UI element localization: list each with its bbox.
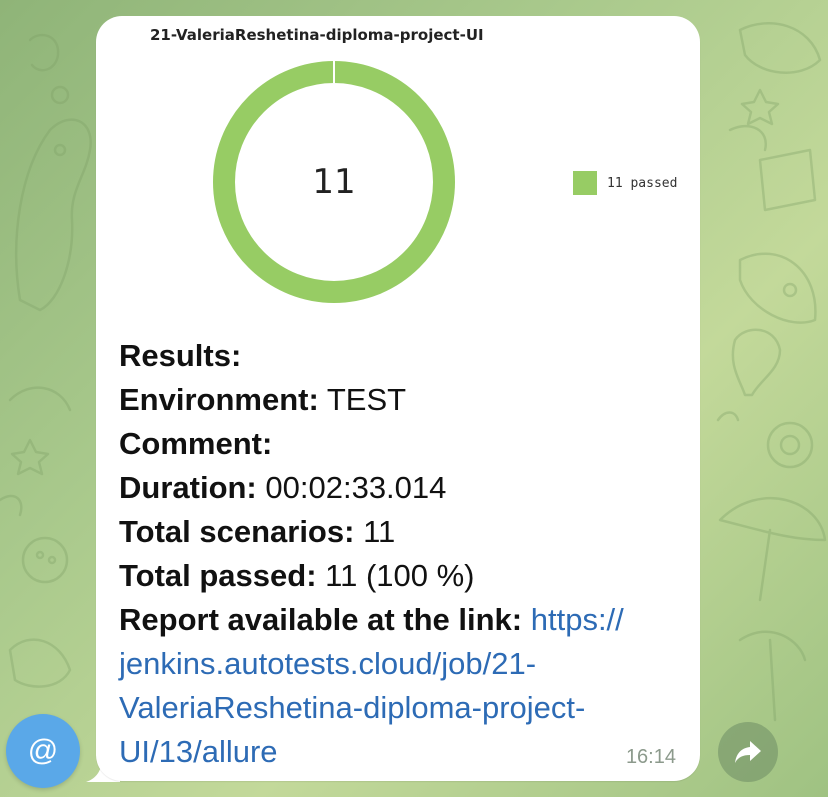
results-line: Results: — [119, 334, 679, 378]
message-bubble[interactable]: 21-ValeriaReshetina-diploma-project-UI 1… — [96, 16, 700, 781]
total-passed-value: 11 (100 %) — [325, 558, 475, 593]
report-link-line-3: ValeriaReshetina-diploma-project- — [119, 686, 679, 730]
duration-label: Duration: — [119, 470, 257, 505]
at-icon: @ — [27, 734, 59, 767]
duration-value: 00:02:33.014 — [265, 470, 447, 505]
total-scenarios-value: 11 — [363, 514, 396, 549]
environment-line: Environment: TEST — [119, 378, 679, 422]
report-link-part-3[interactable]: ValeriaReshetina-diploma-project- — [119, 690, 585, 725]
mention-button[interactable]: @ — [6, 714, 80, 788]
total-scenarios-line: Total scenarios: 11 — [119, 510, 679, 554]
report-link-part-1[interactable]: https:// — [531, 602, 624, 637]
total-passed-line: Total passed: 11 (100 %) — [119, 554, 679, 598]
total-passed-label: Total passed: — [119, 558, 317, 593]
chart-title: 21-ValeriaReshetina-diploma-project-UI — [150, 26, 484, 44]
report-label: Report available at the link: — [119, 602, 523, 637]
donut-center-label: 11 — [312, 162, 356, 202]
forward-button[interactable] — [718, 722, 778, 782]
legend-swatch-passed — [573, 171, 597, 195]
comment-label: Comment: — [119, 426, 273, 461]
results-label: Results: — [119, 338, 242, 373]
report-link-line-4: UI/13/allure — [119, 730, 679, 774]
chart-legend: 11 passed — [573, 171, 677, 195]
legend-label-passed: 11 passed — [607, 175, 678, 191]
total-scenarios-label: Total scenarios: — [119, 514, 355, 549]
duration-line: Duration: 00:02:33.014 — [119, 466, 679, 510]
comment-line: Comment: — [119, 422, 679, 466]
report-link-line-2: jenkins.autotests.cloud/job/21- — [119, 642, 679, 686]
environment-value: TEST — [326, 382, 407, 417]
report-link-part-2[interactable]: jenkins.autotests.cloud/job/21- — [119, 646, 536, 681]
report-line: Report available at the link: https:// — [119, 598, 679, 642]
message-time: 16:14 — [625, 746, 676, 768]
report-link-part-4[interactable]: UI/13/allure — [119, 734, 278, 769]
environment-label: Environment: — [119, 382, 319, 417]
message-text: Results: Environment: TEST Comment: Dura… — [119, 334, 679, 774]
forward-arrow-icon — [735, 741, 761, 763]
